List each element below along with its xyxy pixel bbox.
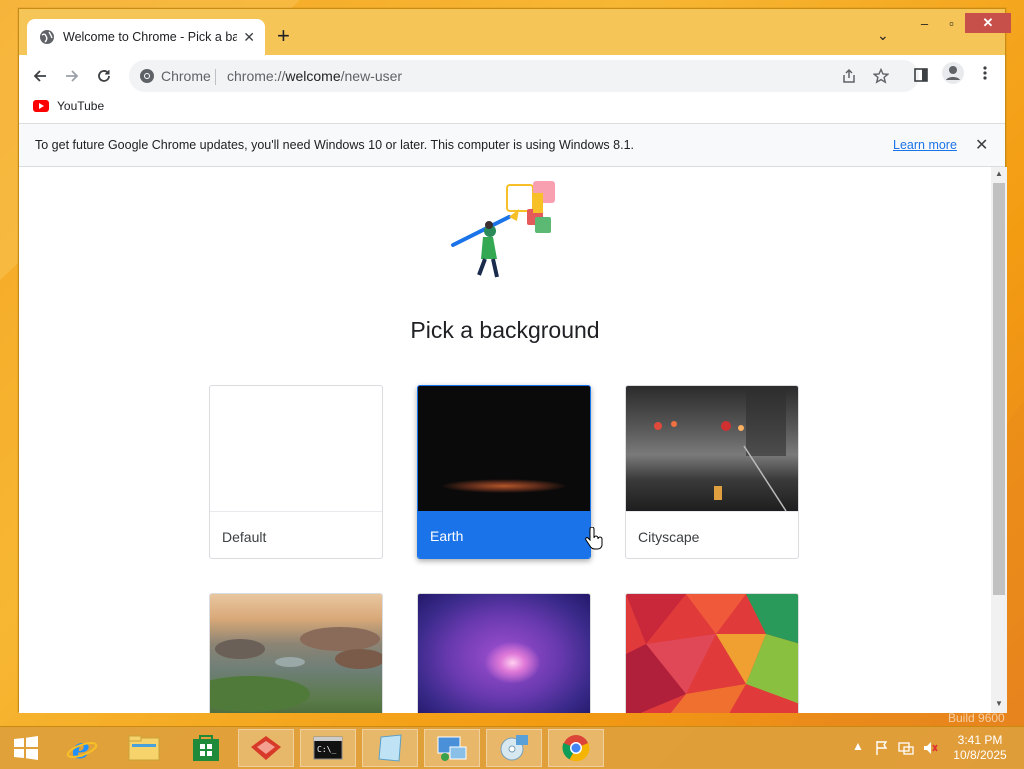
build-watermark: Build 9600 xyxy=(948,711,1005,725)
background-thumbnail xyxy=(418,594,590,713)
tab-title: Welcome to Chrome - Pick a bac xyxy=(63,30,238,44)
background-option-coast[interactable] xyxy=(209,593,383,713)
background-option-geometric[interactable] xyxy=(625,593,799,713)
taskbar-media[interactable] xyxy=(486,729,542,767)
arrow-left-icon xyxy=(33,70,46,82)
background-thumbnail xyxy=(210,386,382,511)
scroll-up-arrow-icon[interactable]: ▲ xyxy=(995,169,1003,178)
background-option-default[interactable]: Default xyxy=(209,385,383,559)
minimize-button[interactable]: ‒ xyxy=(911,13,938,33)
site-label: Chrome xyxy=(161,68,211,84)
show-hidden-icons-chevron[interactable]: ▲ xyxy=(852,739,864,753)
background-option-cityscape[interactable]: Cityscape xyxy=(625,385,799,559)
control-panel-icon xyxy=(437,736,467,761)
learn-more-link[interactable]: Learn more xyxy=(893,138,957,152)
title-bar: Welcome to Chrome - Pick a bac ✕ + ⌄ ‒ ▫… xyxy=(19,9,1011,55)
side-panel-icon[interactable] xyxy=(913,67,929,83)
command-prompt-icon: C:\_ xyxy=(313,736,343,760)
window-controls: ‒ ▫ ✕ xyxy=(911,13,1011,33)
background-option-galaxy[interactable] xyxy=(417,593,591,713)
page-title: Pick a background xyxy=(410,317,600,343)
background-thumbnail xyxy=(418,386,590,511)
maximize-button[interactable]: ▫ xyxy=(938,13,965,33)
taskbar-control-panel[interactable] xyxy=(424,729,480,767)
geometric-pattern xyxy=(626,594,798,713)
red-app-icon xyxy=(251,736,281,760)
system-clock[interactable]: 3:41 PM 10/8/2025 xyxy=(948,733,1012,763)
reload-icon xyxy=(98,70,110,82)
background-thumbnail xyxy=(210,594,382,713)
omnibox-separator xyxy=(215,69,216,85)
taskbar: e C:\_ ▲ 3:41 PM 10/8/2025 xyxy=(0,726,1024,769)
infobar-message: To get future Google Chrome updates, you… xyxy=(35,138,634,152)
vertical-scrollbar[interactable]: ▲ ▼ xyxy=(991,167,1007,713)
media-disc-icon xyxy=(500,735,528,761)
back-button[interactable] xyxy=(27,63,53,89)
new-tab-button[interactable]: + xyxy=(277,25,290,47)
reload-button[interactable] xyxy=(91,63,117,89)
taskbar-app-red[interactable] xyxy=(238,729,294,767)
volume-muted-icon[interactable] xyxy=(922,740,938,756)
action-center-flag-icon[interactable] xyxy=(874,740,890,756)
update-infobar: To get future Google Chrome updates, you… xyxy=(19,123,1005,167)
background-label: Earth xyxy=(418,511,590,558)
taskbar-file-explorer[interactable] xyxy=(116,729,172,767)
notepad-icon xyxy=(378,734,402,762)
bookmarks-bar: YouTube xyxy=(19,93,1005,121)
hand-cursor-icon xyxy=(585,527,603,550)
close-window-button[interactable]: ✕ xyxy=(965,13,1011,33)
store-icon xyxy=(193,735,219,761)
chrome-logo-icon xyxy=(140,69,154,83)
globe-icon xyxy=(40,30,54,44)
bookmark-youtube[interactable]: YouTube xyxy=(33,99,104,113)
tab-welcome[interactable]: Welcome to Chrome - Pick a bac ✕ xyxy=(27,19,265,55)
windows-logo-icon xyxy=(14,736,38,760)
taskbar-chrome[interactable] xyxy=(548,729,604,767)
url-text: chrome://welcome/new-user xyxy=(227,68,403,84)
taskbar-command-prompt[interactable]: C:\_ xyxy=(300,729,356,767)
share-icon[interactable] xyxy=(841,68,857,84)
background-thumbnail xyxy=(626,594,798,713)
forward-button[interactable] xyxy=(59,63,85,89)
more-menu-icon[interactable] xyxy=(977,65,993,81)
clock-date: 10/8/2025 xyxy=(953,748,1007,762)
background-option-earth[interactable]: Earth xyxy=(417,385,591,559)
taskbar-store[interactable] xyxy=(178,729,234,767)
start-button[interactable] xyxy=(4,729,48,767)
taskbar-notepad[interactable] xyxy=(362,729,418,767)
illustration xyxy=(451,181,555,278)
browser-window: Welcome to Chrome - Pick a bac ✕ + ⌄ ‒ ▫… xyxy=(18,8,1011,713)
coast-rocks xyxy=(210,627,382,712)
background-label: Cityscape xyxy=(626,511,798,558)
star-bookmark-icon[interactable] xyxy=(873,68,889,84)
arrow-right-icon xyxy=(66,70,79,82)
folder-icon xyxy=(128,735,160,761)
background-label: Default xyxy=(210,511,382,558)
clock-time: 3:41 PM xyxy=(957,733,1003,747)
network-icon[interactable] xyxy=(898,740,914,756)
cityscape-lights xyxy=(654,386,787,512)
tab-close-icon[interactable]: ✕ xyxy=(243,29,255,46)
youtube-icon xyxy=(33,100,49,112)
page-content: Pick a background Default Earth Cityscap… xyxy=(19,167,991,713)
scroll-thumb[interactable] xyxy=(993,183,1005,595)
chrome-icon xyxy=(562,735,590,762)
bookmark-label: YouTube xyxy=(57,99,105,113)
svg-text:C:\_: C:\_ xyxy=(317,745,336,754)
internet-explorer-icon: e xyxy=(66,732,98,764)
infobar-close-icon[interactable]: ✕ xyxy=(975,135,988,155)
scroll-down-arrow-icon[interactable]: ▼ xyxy=(995,699,1003,708)
background-thumbnail xyxy=(626,386,798,512)
taskbar-internet-explorer[interactable]: e xyxy=(54,729,110,767)
address-bar[interactable]: Chrome chrome://welcome/new-user xyxy=(129,60,919,92)
profile-avatar-icon[interactable] xyxy=(941,61,965,85)
tab-search-chevron-icon[interactable]: ⌄ xyxy=(877,27,889,44)
